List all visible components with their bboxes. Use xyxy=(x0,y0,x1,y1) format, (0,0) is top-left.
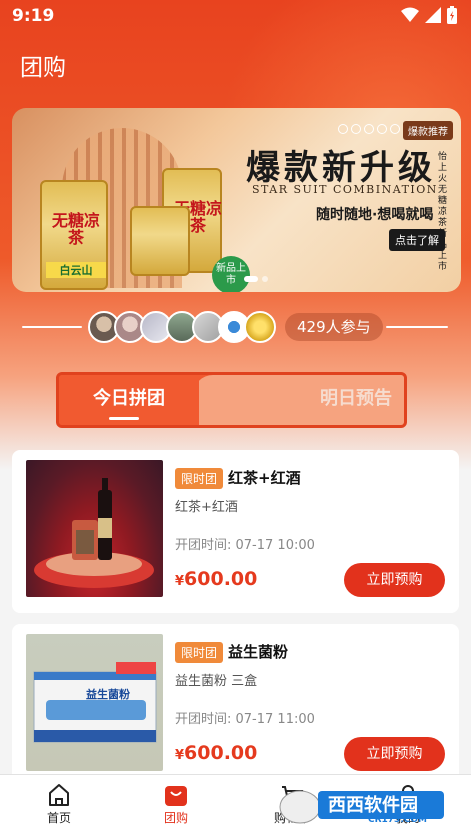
participants-row: 429人参与 xyxy=(0,308,471,348)
product-price: ¥600.00 xyxy=(175,742,257,764)
banner-side-text: 怡上火 无糖凉茶 新品上市 xyxy=(438,152,448,272)
open-time: 开团时间: 07-17 11:00 xyxy=(175,712,315,727)
open-time: 开团时间: 07-17 10:00 xyxy=(175,538,315,553)
banner-subheadline: STAR SUIT COMBINATION xyxy=(252,183,438,196)
limited-time-tag: 限时团 xyxy=(175,468,224,489)
battery-icon xyxy=(447,6,457,24)
probiotic-box-illustration xyxy=(33,662,157,743)
banner-slogan: 随时随地·想喝就喝 xyxy=(316,207,434,223)
home-icon xyxy=(49,784,69,806)
avatar xyxy=(244,311,276,343)
product-desc: 红茶+红酒 xyxy=(175,500,238,515)
new-badge: 新品上市 xyxy=(212,256,250,292)
promo-banner[interactable]: 无糖凉茶 白云山 无糖凉茶 新品上市 爆款推荐 爆款新升级 STAR SUIT … xyxy=(12,108,461,292)
can-brand: 白云山 xyxy=(46,262,106,278)
nav-group-buy[interactable]: 团购 xyxy=(136,781,216,826)
divider-line xyxy=(386,326,448,328)
currency-symbol: ¥ xyxy=(175,574,185,589)
banner-tag: 爆款推荐 xyxy=(403,121,453,140)
status-time: 9:19 xyxy=(12,6,55,26)
participant-avatars xyxy=(88,311,276,343)
banner-dots-decoration xyxy=(338,124,400,134)
preorder-button[interactable]: 立即预购 xyxy=(344,737,445,771)
product-desc: 益生菌粉 三盒 xyxy=(175,674,258,689)
product-price: ¥600.00 xyxy=(175,568,257,590)
product-box-image xyxy=(130,206,190,276)
can-label: 无糖凉茶 xyxy=(51,211,100,247)
box-label: 益生菌粉 xyxy=(86,688,130,701)
nav-label: 首页 xyxy=(46,811,71,825)
group-tabs: 明日预告 今日拼团 xyxy=(56,372,407,428)
limited-time-tag: 限时团 xyxy=(175,642,224,663)
banner-cta-button[interactable]: 点击了解 xyxy=(389,229,445,251)
nav-home[interactable]: 首页 xyxy=(19,781,99,826)
tab-tomorrow-preview[interactable]: 明日预告 xyxy=(193,375,404,425)
shopping-bag-icon xyxy=(165,786,187,806)
product-card[interactable]: 益生菌粉 限时团 益生菌粉 益生菌粉 三盒 开团时间: 07-17 11:00 … xyxy=(12,624,459,787)
watermark-domain: CR173.COM xyxy=(368,815,427,825)
product-card[interactable]: 限时团 红茶+红酒 红茶+红酒 开团时间: 07-17 10:00 ¥600.0… xyxy=(12,450,459,613)
currency-symbol: ¥ xyxy=(175,748,185,763)
status-icons xyxy=(401,6,457,24)
product-name: 红茶+红酒 xyxy=(228,469,301,487)
wifi-icon xyxy=(401,7,419,22)
product-can-image: 无糖凉茶 白云山 xyxy=(40,180,108,290)
watermark-text: 西西软件园 xyxy=(328,795,418,816)
banner-headline: 爆款新升级 xyxy=(246,148,436,188)
product-image: 益生菌粉 xyxy=(26,634,163,771)
wine-tea-illustration xyxy=(34,478,154,588)
page-title: 团购 xyxy=(20,55,66,81)
banner-page-indicator xyxy=(244,276,268,282)
status-bar: 9:19 xyxy=(0,0,471,34)
price-value: 600.00 xyxy=(184,568,258,590)
preorder-button[interactable]: 立即预购 xyxy=(344,563,445,597)
nav-label: 团购 xyxy=(163,811,188,825)
participant-count: 429人参与 xyxy=(285,313,383,341)
price-value: 600.00 xyxy=(184,742,258,764)
product-name: 益生菌粉 xyxy=(228,643,289,661)
tab-active-indicator xyxy=(109,417,139,420)
watermark: 西西软件园 CR173.COM xyxy=(278,781,448,829)
signal-icon xyxy=(425,7,441,23)
divider-line xyxy=(22,326,82,328)
product-image xyxy=(26,460,163,597)
